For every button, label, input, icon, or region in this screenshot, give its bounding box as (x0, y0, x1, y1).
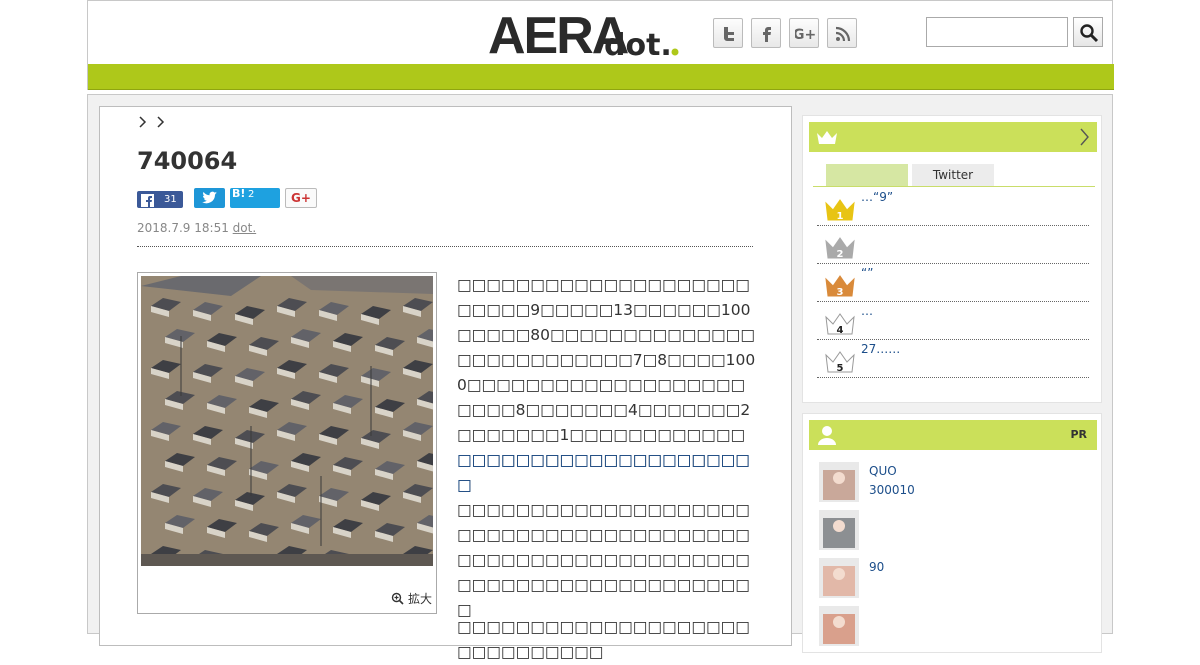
ranking-item[interactable]: 1 …“9” (817, 188, 1089, 226)
twitter-share-button[interactable] (194, 188, 225, 208)
ranking-item-text[interactable]: “” (861, 266, 873, 280)
hatena-bookmark-button[interactable]: B! 2 (230, 187, 280, 208)
facebook-link[interactable] (751, 18, 781, 48)
facebook-icon (763, 27, 771, 42)
zoom-button[interactable]: 拡大 (391, 590, 432, 607)
ranking-item-text[interactable]: … (861, 304, 873, 318)
breadcrumb-chevron-icon[interactable] (137, 115, 147, 129)
ranking-panel: Twitter 1 …“9” 2 3 “” 4… 5 27…… (802, 115, 1102, 403)
pr-item-text[interactable]: QUO 300010 (869, 462, 915, 500)
google-plus-link[interactable]: G+ (789, 18, 819, 48)
rss-link[interactable] (827, 18, 857, 48)
zoom-icon (391, 592, 404, 605)
facebook-icon (141, 194, 154, 208)
pr-item[interactable] (819, 606, 1091, 646)
pr-header: PR (809, 420, 1097, 450)
site-container: AERA dot. G+ 740064 31 B! 2 G+ 2018.7.9 … (87, 0, 1114, 661)
rank-crown-icon: 1 (825, 199, 855, 222)
article-meta: 2018.7.9 18:51 dot. (137, 221, 256, 235)
rss-icon (835, 26, 851, 42)
publish-date: 2018.7.9 18:51 (137, 221, 229, 235)
zoom-label: 拡大 (407, 592, 432, 606)
rank-crown-icon: 5 (825, 351, 855, 374)
hatena-label: B! (232, 187, 246, 200)
tab-underline (813, 186, 1095, 187)
flood-aerial-photo[interactable] (141, 276, 433, 566)
article-title: 740064 (137, 147, 238, 175)
article-subheading: □□□□□□□□□□□□□□□□□□□□□ (457, 451, 750, 494)
svg-text:1: 1 (837, 211, 844, 222)
author-link[interactable]: dot. (233, 221, 256, 235)
ranking-item[interactable]: 4… (817, 302, 1089, 340)
ranking-item-text[interactable]: …“9” (861, 190, 893, 204)
breadcrumb-chevron-icon[interactable] (155, 115, 165, 129)
ranking-header[interactable] (809, 122, 1097, 152)
tab-ranking-twitter[interactable]: Twitter (912, 164, 994, 186)
svg-text:3: 3 (837, 287, 844, 298)
article: 740064 31 B! 2 G+ 2018.7.9 18:51 dot. 拡大… (99, 106, 792, 661)
pr-item[interactable]: QUO 300010 (819, 462, 1091, 502)
svg-text:2: 2 (837, 249, 844, 260)
ranking-item[interactable]: 2 (817, 226, 1089, 264)
pr-item-text[interactable]: 90 (869, 558, 884, 577)
twitter-icon (724, 27, 734, 41)
person-icon (818, 426, 836, 445)
twitter-link[interactable] (713, 18, 743, 48)
rank-crown-icon: 3 (825, 275, 855, 298)
article-paragraph: □□□□□□□□□□□□□□□□□□□□□□□□□□□□□□ (457, 618, 750, 661)
search-icon (1080, 24, 1099, 43)
ranking-item[interactable]: 5 27…… (817, 340, 1089, 378)
crown-icon (817, 131, 837, 144)
pr-thumbnail[interactable] (819, 510, 859, 550)
chevron-right-icon[interactable] (1079, 128, 1089, 146)
article-paragraph: □□□□□□□□□□□□□□□□□□□□□□□□□□□□□□□□□□□□□□□□… (457, 501, 750, 619)
rank-crown-icon: 2 (825, 237, 855, 260)
global-nav-bar (88, 64, 1114, 90)
hatena-count: 2 (248, 189, 255, 200)
svg-text:4: 4 (837, 325, 844, 336)
pr-item[interactable]: 90 (819, 558, 1091, 598)
search-button[interactable] (1073, 17, 1103, 47)
google-plus-icon: G+ (795, 27, 815, 43)
aera-dot-logo[interactable]: AERA dot. (488, 7, 688, 61)
pr-item-line: 90 (869, 560, 885, 574)
header: AERA dot. G+ (87, 0, 1114, 90)
pr-thumbnail[interactable] (819, 606, 859, 646)
tab-ranking-overall[interactable] (826, 164, 908, 186)
google-plus-share-button[interactable]: G+ (285, 188, 317, 208)
rank-crown-icon: 4 (825, 313, 855, 336)
ranking-item[interactable]: 3 “” (817, 264, 1089, 302)
pr-panel: PR QUO 300010 90 (802, 413, 1102, 653)
content-area: 740064 31 B! 2 G+ 2018.7.9 18:51 dot. 拡大… (87, 94, 1113, 661)
pr-label: PR (1070, 428, 1087, 441)
svg-text:dot.: dot. (604, 28, 672, 61)
article-figure[interactable]: 拡大 (137, 272, 437, 614)
svg-text:G+: G+ (795, 27, 815, 43)
pr-item-line: 300010 (869, 483, 915, 497)
divider (137, 246, 753, 247)
facebook-share-button[interactable]: 31 (137, 191, 183, 208)
pr-item-line: QUO (869, 464, 897, 478)
svg-text:5: 5 (837, 363, 844, 374)
facebook-share-count: 31 (164, 194, 177, 205)
search-input[interactable] (926, 17, 1068, 47)
twitter-bird-icon (202, 191, 217, 204)
pr-thumbnail[interactable] (819, 462, 859, 502)
pr-item[interactable] (819, 510, 1091, 550)
ranking-item-text[interactable]: 27…… (861, 342, 900, 356)
logo-dot (671, 48, 679, 56)
pr-thumbnail[interactable] (819, 558, 859, 598)
